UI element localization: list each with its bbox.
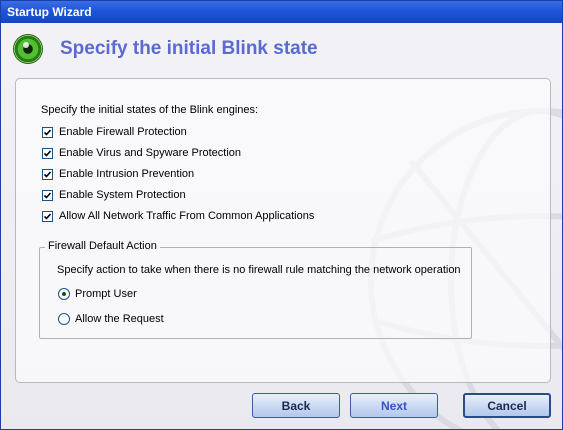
window-title: Startup Wizard xyxy=(7,5,92,19)
engines-intro: Specify the initial states of the Blink … xyxy=(41,104,259,116)
checkbox-firewall-protection[interactable]: Enable Firewall Protection xyxy=(42,125,187,139)
group-description: Specify action to take when there is no … xyxy=(57,264,461,276)
page-heading: Specify the initial Blink state xyxy=(60,38,318,59)
radio-label: Prompt User xyxy=(75,288,137,300)
checkbox-virus-spyware-protection[interactable]: Enable Virus and Spyware Protection xyxy=(42,146,241,160)
checkbox-intrusion-prevention[interactable]: Enable Intrusion Prevention xyxy=(42,167,194,181)
group-title: Firewall Default Action xyxy=(45,240,160,252)
checkbox-box[interactable] xyxy=(42,189,53,201)
checkbox-label: Enable Virus and Spyware Protection xyxy=(59,147,242,159)
checkbox-box[interactable] xyxy=(42,168,53,180)
radio-button[interactable] xyxy=(58,288,70,300)
back-button[interactable]: Back xyxy=(252,393,340,418)
blink-eye-icon xyxy=(13,34,43,64)
next-button[interactable]: Next xyxy=(350,393,438,418)
checkbox-allow-common-apps-traffic[interactable]: Allow All Network Traffic From Common Ap… xyxy=(42,209,314,223)
checkbox-label: Allow All Network Traffic From Common Ap… xyxy=(59,210,315,222)
radio-label: Allow the Request xyxy=(75,313,164,325)
checkbox-label: Enable System Protection xyxy=(59,189,186,201)
checkbox-box[interactable] xyxy=(42,147,53,159)
startup-wizard-window: Startup Wizard Specify the initial Blink… xyxy=(0,0,563,430)
checkbox-box[interactable] xyxy=(42,126,53,138)
radio-button[interactable] xyxy=(58,313,70,325)
checkbox-label: Enable Intrusion Prevention xyxy=(59,168,195,180)
checkbox-box[interactable] xyxy=(42,210,53,222)
checkbox-system-protection[interactable]: Enable System Protection xyxy=(42,188,186,202)
title-bar[interactable]: Startup Wizard xyxy=(1,1,562,23)
wizard-header: Specify the initial Blink state xyxy=(1,23,562,73)
radio-allow-request[interactable]: Allow the Request xyxy=(58,312,164,326)
radio-prompt-user[interactable]: Prompt User xyxy=(58,287,137,301)
checkbox-label: Enable Firewall Protection xyxy=(59,126,187,138)
cancel-button[interactable]: Cancel xyxy=(463,393,551,418)
